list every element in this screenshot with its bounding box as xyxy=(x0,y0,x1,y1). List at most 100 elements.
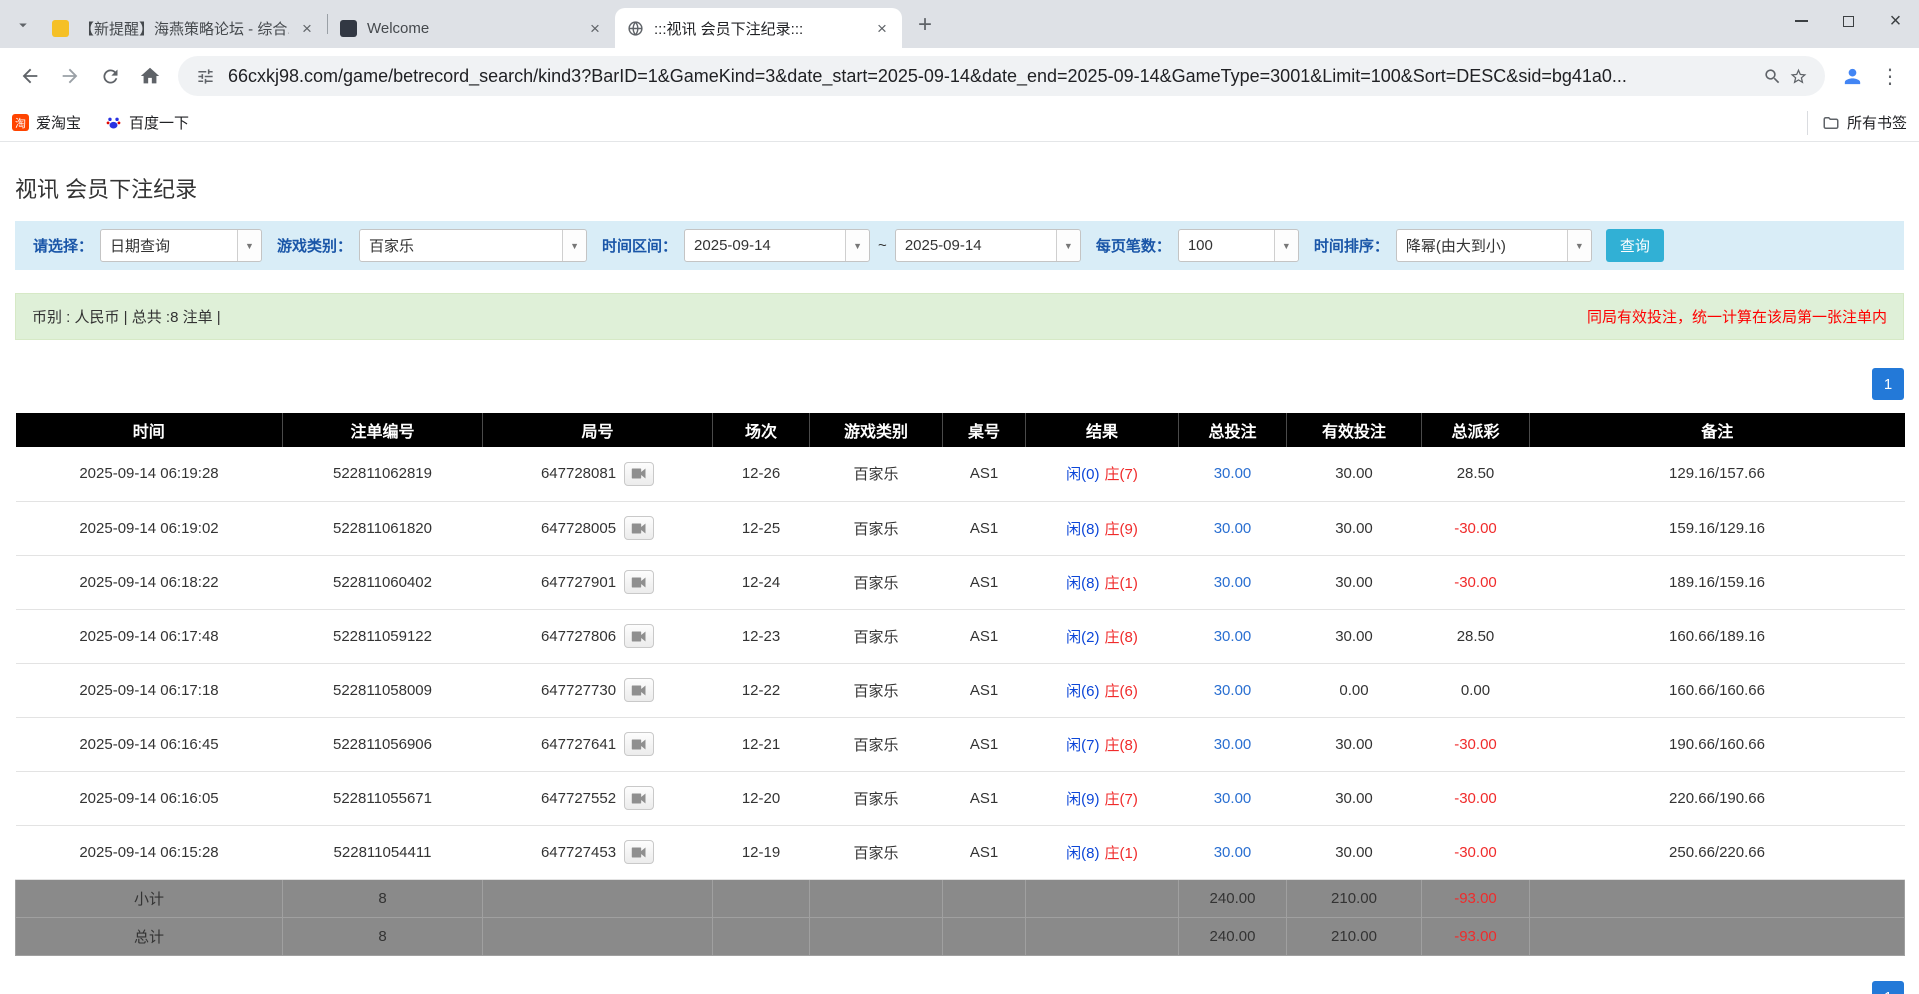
header-result: 结果 xyxy=(1026,413,1179,447)
video-replay-button[interactable] xyxy=(624,462,654,486)
cell-note: 190.66/160.66 xyxy=(1530,717,1905,771)
cell-payout: -30.00 xyxy=(1422,825,1530,879)
bookmark-star-icon[interactable] xyxy=(1785,63,1811,89)
video-replay-button[interactable] xyxy=(624,678,654,702)
bookmark-taobao[interactable]: 淘 爱淘宝 xyxy=(12,112,81,133)
forward-button[interactable] xyxy=(50,56,90,96)
baidu-paw-icon xyxy=(105,114,122,131)
video-replay-button[interactable] xyxy=(624,732,654,756)
all-bookmarks-button[interactable]: 所有书签 xyxy=(1807,111,1907,135)
tab-search-button[interactable] xyxy=(8,10,38,40)
total-bet-link[interactable]: 30.00 xyxy=(1214,628,1252,645)
profile-button[interactable] xyxy=(1833,57,1871,95)
total-bet-link[interactable]: 30.00 xyxy=(1214,682,1252,699)
chevron-down-icon[interactable]: ▼ xyxy=(1056,230,1080,261)
cell-time: 2025-09-14 06:19:02 xyxy=(16,501,283,555)
bookmark-baidu[interactable]: 百度一下 xyxy=(105,112,189,133)
chevron-down-icon[interactable]: ▼ xyxy=(1274,230,1298,261)
round-number: 647727641 xyxy=(541,736,616,753)
summary-notice-text: 同局有效投注，统一计算在该局第一张注单内 xyxy=(1587,306,1887,327)
game-kind-select[interactable]: 百家乐 ▼ xyxy=(359,229,587,262)
tab-close-icon[interactable]: × xyxy=(297,18,317,38)
chevron-down-icon[interactable]: ▼ xyxy=(845,230,869,261)
total-bet-link[interactable]: 30.00 xyxy=(1214,790,1252,807)
search-button[interactable]: 查询 xyxy=(1606,229,1664,262)
cell-payout: 0.00 xyxy=(1422,663,1530,717)
cell-time: 2025-09-14 06:18:22 xyxy=(16,555,283,609)
cell-note: 220.66/190.66 xyxy=(1530,771,1905,825)
page-size-value: 100 xyxy=(1179,230,1274,261)
video-replay-button[interactable] xyxy=(624,516,654,540)
zoom-icon[interactable] xyxy=(1759,63,1785,89)
sort-select[interactable]: 降幂(由大到小) ▼ xyxy=(1396,229,1592,262)
header-game-kind: 游戏类别 xyxy=(810,413,943,447)
total-bet-link[interactable]: 30.00 xyxy=(1214,736,1252,753)
subtotal-payout: -93.00 xyxy=(1422,879,1530,917)
tab-welcome[interactable]: Welcome × xyxy=(328,8,615,48)
total-label: 总计 xyxy=(16,917,283,955)
address-bar[interactable]: 66cxkj98.com/game/betrecord_search/kind3… xyxy=(178,56,1825,96)
cell-table-no: AS1 xyxy=(943,447,1026,501)
tab-strip: 【新提醒】海燕策略论坛 - 综合... × Welcome × :::视讯 会员… xyxy=(0,0,1919,48)
total-bet-link[interactable]: 30.00 xyxy=(1214,465,1252,482)
page-number-button[interactable]: 1 xyxy=(1872,981,1904,994)
close-button[interactable]: × xyxy=(1872,0,1919,42)
video-camera-icon xyxy=(631,467,647,480)
cell-time: 2025-09-14 06:16:45 xyxy=(16,717,283,771)
sort-value: 降幂(由大到小) xyxy=(1397,230,1567,261)
tab-forum[interactable]: 【新提醒】海燕策略论坛 - 综合... × xyxy=(40,8,327,48)
total-bet-link[interactable]: 30.00 xyxy=(1214,844,1252,861)
cell-session: 12-20 xyxy=(713,771,810,825)
total-bet-link[interactable]: 30.00 xyxy=(1214,520,1252,537)
round-number: 647727453 xyxy=(541,844,616,861)
page-size-label: 每页笔数： xyxy=(1096,235,1171,256)
total-bet-link[interactable]: 30.00 xyxy=(1214,574,1252,591)
video-replay-button[interactable] xyxy=(624,570,654,594)
cell-bet-id: 522811062819 xyxy=(283,447,483,501)
chevron-down-icon[interactable]: ▼ xyxy=(562,230,586,261)
cell-session: 12-21 xyxy=(713,717,810,771)
cell-round: 647727641 xyxy=(483,717,713,771)
video-replay-button[interactable] xyxy=(624,840,654,864)
welcome-favicon-icon xyxy=(340,20,357,37)
url-text[interactable]: 66cxkj98.com/game/betrecord_search/kind3… xyxy=(228,66,1749,87)
table-header-row: 时间 注单编号 局号 场次 游戏类别 桌号 结果 总投注 有效投注 总派彩 备注 xyxy=(16,413,1905,447)
cell-game: 百家乐 xyxy=(810,555,943,609)
result-player: 闲(8) xyxy=(1066,521,1099,538)
maximize-button[interactable] xyxy=(1825,0,1872,42)
minimize-button[interactable] xyxy=(1778,0,1825,42)
video-replay-button[interactable] xyxy=(624,624,654,648)
query-type-select[interactable]: 日期查询 ▼ xyxy=(100,229,262,262)
cell-total-bet: 30.00 xyxy=(1179,771,1287,825)
new-tab-button[interactable]: + xyxy=(908,8,942,42)
chevron-down-icon[interactable]: ▼ xyxy=(1567,230,1591,261)
chevron-down-icon[interactable]: ▼ xyxy=(237,230,261,261)
tab-bet-records-active[interactable]: :::视讯 会员下注纪录::: × xyxy=(615,8,902,48)
back-button[interactable] xyxy=(10,56,50,96)
cell-note: 160.66/160.66 xyxy=(1530,663,1905,717)
page-size-select[interactable]: 100 ▼ xyxy=(1178,229,1299,262)
home-button[interactable] xyxy=(130,56,170,96)
tab-close-icon[interactable]: × xyxy=(585,18,605,38)
date-range-label: 时间区间： xyxy=(602,235,677,256)
sort-label: 时间排序： xyxy=(1314,235,1389,256)
total-payout: -93.00 xyxy=(1422,917,1530,955)
page-number-button[interactable]: 1 xyxy=(1872,368,1904,400)
site-settings-icon[interactable] xyxy=(192,63,218,89)
profile-avatar-icon xyxy=(1841,65,1864,88)
empty-cell xyxy=(713,917,810,955)
table-row: 2025-09-14 06:18:22 522811060402 6477279… xyxy=(16,555,1905,609)
back-icon xyxy=(19,65,41,87)
cell-payout: -30.00 xyxy=(1422,555,1530,609)
browser-menu-button[interactable]: ⋮ xyxy=(1871,57,1909,95)
round-number: 647728005 xyxy=(541,520,616,537)
cell-game: 百家乐 xyxy=(810,825,943,879)
page-content: 视讯 会员下注纪录 请选择： 日期查询 ▼ 游戏类别： 百家乐 ▼ 时间区间： … xyxy=(0,172,1919,956)
video-replay-button[interactable] xyxy=(624,786,654,810)
cell-game: 百家乐 xyxy=(810,501,943,555)
date-start-select[interactable]: 2025-09-14 ▼ xyxy=(684,229,870,262)
tab-close-icon[interactable]: × xyxy=(872,18,892,38)
reload-button[interactable] xyxy=(90,56,130,96)
bookmark-label: 爱淘宝 xyxy=(36,112,81,133)
date-end-select[interactable]: 2025-09-14 ▼ xyxy=(895,229,1081,262)
